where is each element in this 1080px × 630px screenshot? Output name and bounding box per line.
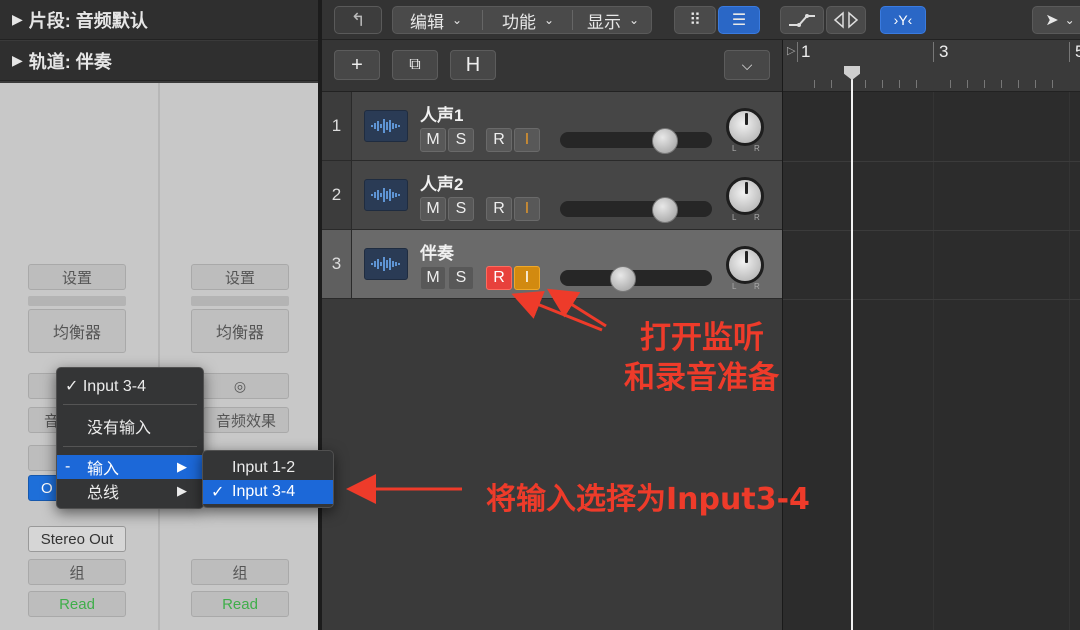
annotation-monitor-line1: 打开监听 (640, 320, 764, 356)
arrow-to-record-button (511, 290, 603, 332)
annotation-monitor-line2: 和录音准备 (624, 360, 779, 396)
annotation-arrows (346, 288, 607, 504)
annotation-input-select: 将输入选择为Input3-4 (486, 482, 810, 517)
